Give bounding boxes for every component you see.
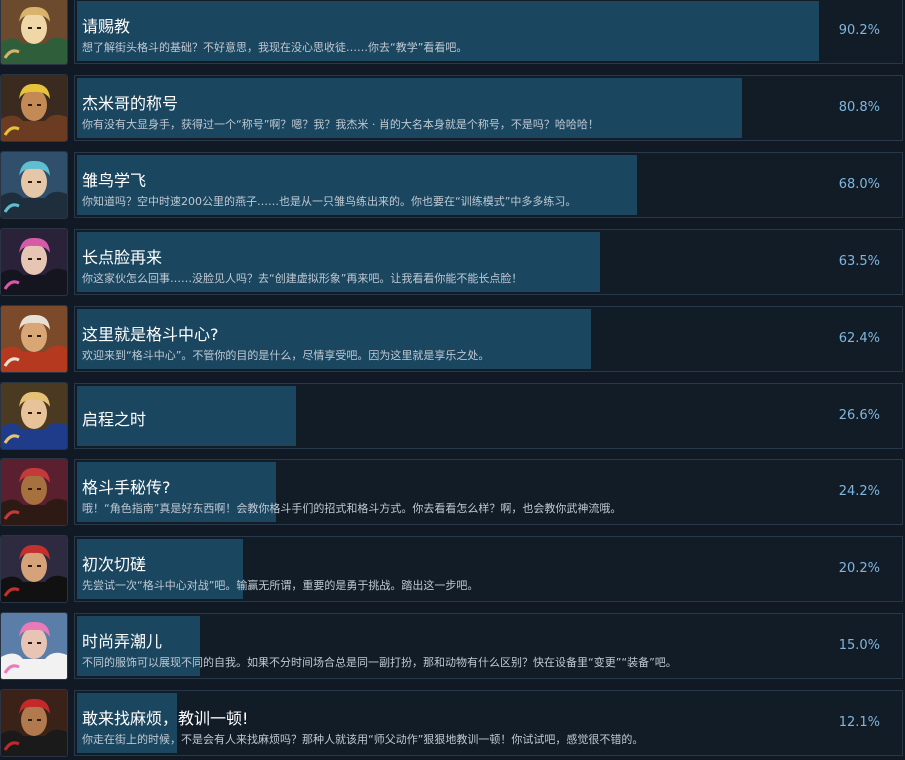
achievement-title: 长点脸再来 [82,247,163,267]
achievement-row[interactable]: 长点脸再来你这家伙怎么回事……没脸见人吗？去“创建虚拟形象”再来吧。让我看看你能… [0,227,905,299]
unlock-percentage: 80.8% [838,99,880,115]
achievement-row[interactable]: 请赐教想了解街头格斗的基础？不好意思，我现在没心思收徒……你去“教学”看看吧。 9… [0,0,905,68]
achievement-progress-bar: 初次切磋先尝试一次“格斗中心对战”吧。输赢无所谓，重要的是勇于挑战。踏出这一步吧… [74,536,903,603]
unlock-percentage: 12.1% [838,715,880,731]
achievement-progress-bar: 请赐教想了解街头格斗的基础？不好意思，我现在没心思收徒……你去“教学”看看吧。 9… [74,0,903,64]
fighter-portrait-juri-icon [1,228,67,295]
achievement-row[interactable]: 杰米哥的称号你有没有大显身手，获得过一个“称号”啊？嗯？我？我杰米 · 肖的大名… [0,73,905,145]
achievement-progress-bar: 长点脸再来你这家伙怎么回事……没脸见人吗？去“创建虚拟形象”再来吧。让我看看你能… [74,228,903,295]
achievement-description: 想了解街头格斗的基础？不好意思，我现在没心思收徒……你去“教学”看看吧。 [82,41,468,54]
unlock-percentage: 68.0% [838,176,880,192]
achievement-title: 启程之时 [82,409,147,429]
achievement-title: 雏鸟学飞 [82,170,147,190]
achievement-progress-bar: 杰米哥的称号你有没有大显身手，获得过一个“称号”啊？嗯？我？我杰米 · 肖的大名… [74,74,903,141]
achievement-title: 敢来找麻烦，教训一顿! [82,709,249,729]
achievement-description: 欢迎来到“格斗中心”。不管你的目的是什么，尽情享受吧。因为这里就是享乐之处。 [82,348,490,362]
achievement-title: 这里就是格斗中心? [82,324,219,344]
unlock-percentage: 62.4% [838,330,880,346]
achievement-row[interactable]: 时尚弄潮儿不同的服饰可以展现不同的自我。如果不分时间场合总是同一副打扮，那和动物… [0,611,905,683]
achievement-progress-bar: 敢来找麻烦，教训一顿! 你走在街上的时候，不是会有人来找麻烦吗？那种人就该用“师父… [74,690,903,757]
fighter-portrait-luke-icon [1,382,67,449]
achievement-title: 请赐教 [82,17,131,36]
achievement-list: 请赐教想了解街头格斗的基础？不好意思，我现在没心思收徒……你去“教学”看看吧。 9… [0,0,905,757]
achievement-row[interactable]: 启程之时 26.6% [0,381,905,453]
fighter-portrait-elder-icon [1,305,67,372]
achievement-row[interactable]: 敢来找麻烦，教训一顿! 你走在街上的时候，不是会有人来找麻烦吗？那种人就该用“师父… [0,688,905,760]
achievement-row[interactable]: 这里就是格斗中心? 欢迎来到“格斗中心”。不管你的目的是什么，尽情享受吧。因为这里… [0,304,905,376]
fighter-portrait-jamie-yellow-icon [1,74,67,141]
fighter-portrait-kimberly-icon [1,459,67,526]
unlock-percentage: 24.2% [838,484,880,500]
achievement-description: 哦！“角色指南”真是好东西啊！会教你格斗手们的招式和格斗方式。你去看看怎么样？啊… [82,502,622,516]
achievement-description: 你知道吗？空中时速200公里的燕子……也是从一只雏鸟练出来的。你也要在“训练模式… [82,194,577,208]
achievement-title: 初次切磋 [82,555,147,575]
achievement-progress-bar: 时尚弄潮儿不同的服饰可以展现不同的自我。如果不分时间场合总是同一副打扮，那和动物… [74,613,903,680]
achievement-description: 你走在街上的时候，不是会有人来找麻烦吗？那种人就该用“师父动作”狠狠地教训一顿！… [82,733,644,747]
achievement-row[interactable]: 格斗手秘传? 哦！“角色指南”真是好东西啊！会教你格斗手们的招式和格斗方式。你去看… [0,457,905,529]
achievement-row[interactable]: 雏鸟学飞你知道吗？空中时速200公里的燕子……也是从一只雏鸟练出来的。你也要在“… [0,150,905,222]
unlock-percentage: 20.2% [838,561,880,577]
achievement-title: 时尚弄潮儿 [82,632,163,652]
achievement-progress-bar: 格斗手秘传? 哦！“角色指南”真是好东西啊！会教你格斗手们的招式和格斗方式。你去看… [74,459,903,526]
unlock-percentage: 63.5% [838,253,880,269]
achievement-progress-bar: 启程之时 26.6% [74,382,903,449]
achievement-row[interactable]: 初次切磋先尝试一次“格斗中心对战”吧。输赢无所谓，重要的是勇于挑战。踏出这一步吧… [0,534,905,606]
fighter-portrait-masked-icon [1,690,67,757]
unlock-percentage: 15.0% [838,638,880,654]
achievement-title: 格斗手秘传? [82,478,171,498]
unlock-percentage: 90.2% [838,23,880,38]
achievement-description: 你这家伙怎么回事……没脸见人吗？去“创建虚拟形象”再来吧。让我看看你能不能长点脸… [82,271,523,285]
achievement-title: 杰米哥的称号 [82,93,179,113]
achievement-description: 不同的服饰可以展现不同的自我。如果不分时间场合总是同一副打扮，那和动物有什么区别… [82,656,677,670]
fighter-portrait-chunli-icon [1,151,67,218]
achievement-description: 你有没有大显身手，获得过一个“称号”啊？嗯？我？我杰米 · 肖的大名本身就是个称… [82,117,599,131]
fighter-portrait-manon-icon [1,613,67,680]
achievement-description: 先尝试一次“格斗中心对战”吧。输赢无所谓，重要的是勇于挑战。踏出这一步吧。 [82,579,479,593]
achievement-progress-bar: 雏鸟学飞你知道吗？空中时速200公里的燕子……也是从一只雏鸟练出来的。你也要在“… [74,151,903,218]
fighter-portrait-blonde-jacket-icon [1,0,67,64]
achievement-progress-bar: 这里就是格斗中心? 欢迎来到“格斗中心”。不管你的目的是什么，尽情享受吧。因为这里… [74,305,903,372]
fighter-portrait-ryu-icon [1,536,67,603]
unlock-percentage: 26.6% [838,407,880,423]
